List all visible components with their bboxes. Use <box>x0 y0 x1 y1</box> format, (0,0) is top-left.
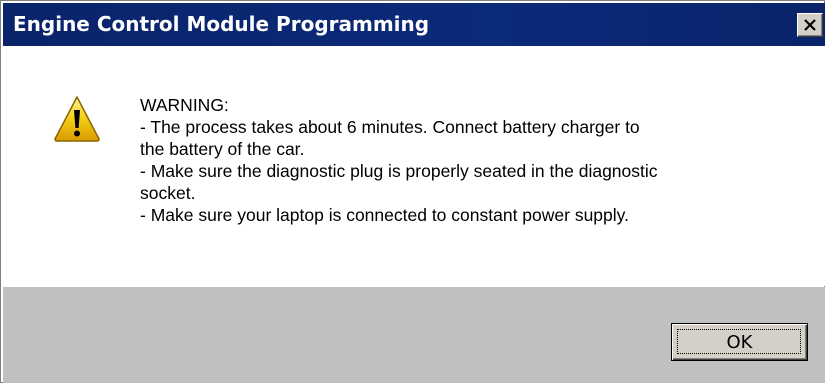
close-icon <box>804 19 816 31</box>
message-line: - Make sure the diagnostic plug is prope… <box>140 161 658 181</box>
warning-icon <box>54 96 100 142</box>
title-bar[interactable]: Engine Control Module Programming <box>3 3 825 46</box>
message-line: - Make sure your laptop is connected to … <box>140 205 629 225</box>
message-area: WARNING: - The process takes about 6 min… <box>3 46 825 286</box>
message-line: WARNING: <box>140 95 229 115</box>
message-line: - The process takes about 6 minutes. Con… <box>140 117 640 137</box>
message-line: the battery of the car. <box>140 139 305 159</box>
ok-button-label: OK <box>726 331 753 353</box>
message-line: socket. <box>140 183 196 203</box>
close-button[interactable] <box>797 13 823 37</box>
ok-button[interactable]: OK <box>671 323 808 361</box>
button-bar: OK <box>3 287 825 383</box>
warning-message: WARNING: - The process takes about 6 min… <box>140 94 810 226</box>
dialog-window: Engine Control Module Programming WARNIN… <box>0 0 825 383</box>
window-title: Engine Control Module Programming <box>13 12 430 36</box>
